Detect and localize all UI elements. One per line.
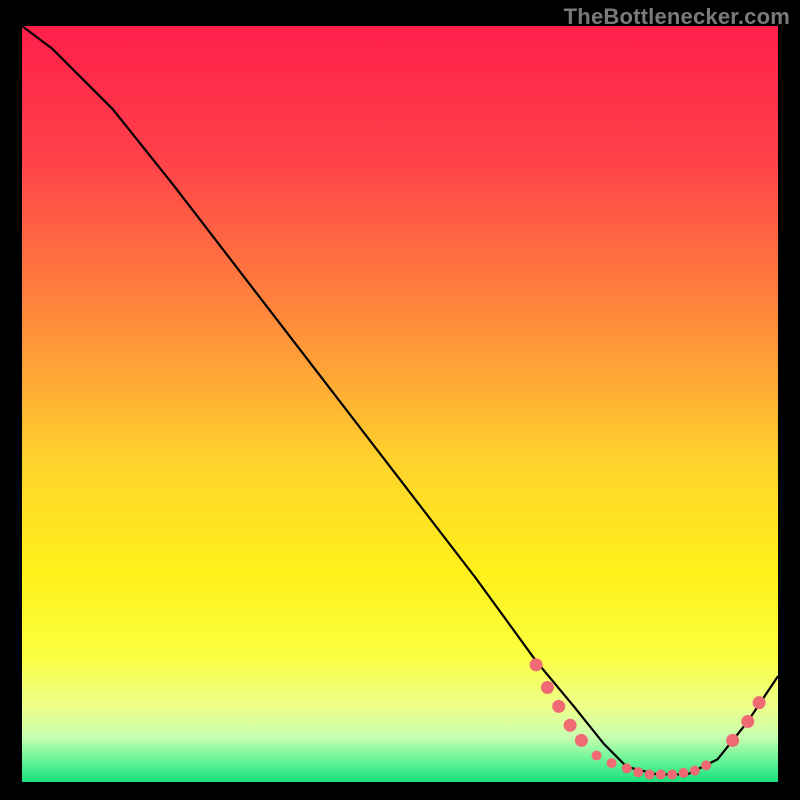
plot-area <box>22 26 778 782</box>
chart-svg <box>22 26 778 782</box>
data-point <box>575 734 588 747</box>
data-point <box>552 700 565 713</box>
data-point <box>633 767 643 777</box>
data-point <box>622 763 632 773</box>
chart-frame: TheBottlenecker.com <box>0 0 800 800</box>
watermark-text: TheBottlenecker.com <box>564 4 790 30</box>
data-point <box>701 760 711 770</box>
data-point <box>753 696 766 709</box>
data-point <box>607 758 617 768</box>
data-point <box>679 768 689 778</box>
data-point <box>690 766 700 776</box>
gradient-background <box>22 26 778 782</box>
data-point <box>530 658 543 671</box>
data-point <box>592 751 602 761</box>
data-point <box>726 734 739 747</box>
data-point <box>667 769 677 779</box>
data-point <box>564 719 577 732</box>
data-point <box>741 715 754 728</box>
data-point <box>644 769 654 779</box>
data-point <box>541 681 554 694</box>
data-point <box>656 769 666 779</box>
